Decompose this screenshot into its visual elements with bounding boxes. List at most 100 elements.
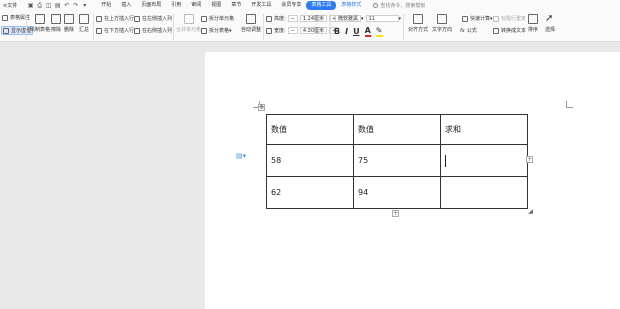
tab-review[interactable]: 审阅 [186, 1, 206, 10]
delete-label: 删除 [64, 27, 75, 33]
cursor-arrow-icon: ➚ [545, 13, 554, 24]
draw-table-button[interactable]: 绘制表格 [30, 14, 50, 33]
bold-button[interactable]: B [334, 27, 340, 36]
insert-above-button[interactable]: 在上方插入行 [96, 15, 134, 22]
menu-bar: ≡ 文件 ▣ ⎙ ◫ ▤ ↶ ↷ ▾ 开始 插入 页面布局 引用 审阅 视图 章… [0, 0, 620, 11]
add-row-button[interactable]: + [392, 210, 399, 217]
align-icon [413, 14, 423, 24]
width-input[interactable]: 4.30厘米 [299, 27, 328, 34]
insert-left-icon [134, 15, 140, 22]
col-width-control: 宽度: −4.30厘米 + [266, 27, 340, 34]
table-cell[interactable]: 94 [353, 176, 441, 209]
tab-table-style[interactable]: 表格样式 [336, 1, 366, 10]
insert-right-button[interactable]: 在右侧插入列 [134, 27, 172, 34]
separator [93, 14, 94, 40]
text-direction-button[interactable]: 文字方向 [432, 14, 452, 33]
align-button[interactable]: 对齐方式 [408, 14, 428, 33]
add-column-button[interactable]: + [526, 156, 533, 163]
redo-icon[interactable]: ↷ [72, 2, 79, 9]
separator [173, 14, 174, 40]
select-label: 选择 [545, 27, 556, 33]
formula-label: 公式 [466, 28, 477, 34]
split-cells-button[interactable]: 拆分单元格 [201, 15, 234, 22]
auto-fit-button[interactable]: 自动调整 [241, 14, 261, 33]
show-gridlines-button[interactable]: 显示虚框 [1, 26, 34, 35]
file-menu[interactable]: ≡ 文件 [3, 2, 17, 10]
tab-view[interactable]: 视图 [206, 1, 226, 10]
highlight-button[interactable]: ✎ [375, 26, 383, 37]
table-cell[interactable]: 75 [353, 144, 441, 177]
height-decrease[interactable]: − [287, 15, 298, 22]
font-color-button[interactable]: A [364, 26, 371, 37]
sort-button[interactable]: 排序 [528, 14, 538, 33]
tab-developer[interactable]: 开发工具 [246, 1, 276, 10]
width-decrease[interactable]: − [287, 27, 298, 34]
table-resize-handle[interactable]: ◢ [527, 209, 534, 216]
table-row: 62 94 [266, 176, 528, 209]
height-input[interactable]: 1.24厘米 [299, 15, 328, 22]
summary-button[interactable]: 汇总 [79, 14, 89, 33]
gridlines-icon [3, 27, 9, 34]
insert-left-button[interactable]: 在左侧插入列 [134, 15, 172, 22]
select-button[interactable]: ➚ 选择 [545, 13, 556, 34]
insert-below-label: 在下方插入行 [104, 28, 135, 34]
save-icon[interactable]: ▣ [27, 2, 34, 9]
split-cells-label: 拆分单元格 [209, 16, 235, 22]
col-width-icon [266, 27, 272, 34]
table-cell[interactable]: 58 [266, 144, 354, 177]
print-preview-icon[interactable]: ▤ [54, 2, 61, 9]
quick-access: ▣ ⎙ ◫ ▤ ↶ ↷ ▾ [25, 0, 88, 11]
table-move-handle[interactable]: ✥ [258, 104, 265, 111]
delete-icon [64, 14, 74, 24]
dropdown-icon[interactable]: ▾ [81, 2, 88, 9]
undo-icon[interactable]: ↶ [63, 2, 70, 9]
print-icon[interactable]: ⎙ [36, 2, 43, 9]
margin-mark-top-right [566, 101, 573, 108]
underline-button[interactable]: U [353, 27, 360, 36]
tab-member[interactable]: 会员专享 [276, 1, 306, 10]
height-label: 高度: [274, 16, 286, 22]
paragraph-marker-icon[interactable]: ▤▾ [236, 152, 246, 160]
separator [403, 14, 404, 40]
formula-icon: fx [460, 27, 465, 34]
auto-fit-label: 自动调整 [241, 27, 262, 33]
merge-cells-button[interactable]: 合并单元格 [176, 14, 201, 33]
insert-below-button[interactable]: 在下方插入行 [96, 27, 134, 34]
font-size-select[interactable]: 11 [365, 15, 399, 22]
separator [263, 14, 264, 40]
quick-calc-button[interactable]: 快速计算 ▾ [462, 15, 493, 22]
command-search[interactable]: 查找命令、搜索模板 [373, 2, 425, 9]
table-cell[interactable] [440, 176, 528, 209]
search-icon [373, 3, 379, 8]
font-name-select[interactable]: 微软雅黑 [335, 15, 361, 22]
tab-chapter[interactable]: 章节 [226, 1, 246, 10]
merge-cells-label: 合并单元格 [176, 27, 202, 33]
formula-button[interactable]: fx 公式 [460, 27, 477, 35]
table-cell-active[interactable] [440, 144, 528, 177]
delete-button[interactable]: 删除 [64, 14, 74, 33]
split-cells-icon [201, 15, 207, 22]
auto-fit-icon [246, 14, 256, 24]
table-row: 58 75 [266, 144, 528, 177]
table-properties-label: 表格属性 [10, 15, 31, 21]
insert-right-icon [134, 27, 140, 34]
split-table-button[interactable]: 拆分表格 ▾ [201, 27, 232, 34]
preview-icon[interactable]: ◫ [45, 2, 52, 9]
tab-references[interactable]: 引用 [166, 1, 186, 10]
table-cell[interactable]: 求和 [440, 114, 528, 145]
italic-button[interactable]: I [345, 27, 348, 36]
repeat-header-button[interactable]: 标题行重复 [493, 15, 526, 22]
convert-text-button[interactable]: 转换成文本 [493, 27, 526, 34]
table-cell[interactable]: 数值 [266, 114, 354, 145]
tab-home[interactable]: 开始 [96, 1, 116, 10]
tab-page-layout[interactable]: 页面布局 [136, 1, 166, 10]
table-cell[interactable]: 数值 [353, 114, 441, 145]
data-table[interactable]: 数值 数值 求和 58 75 62 94 [266, 114, 528, 209]
eraser-button[interactable]: 擦除 [51, 14, 61, 33]
eraser-label: 擦除 [51, 27, 62, 33]
table-row: 数值 数值 求和 [266, 114, 528, 145]
tab-table-tools[interactable]: 表格工具 [306, 1, 337, 10]
tab-insert[interactable]: 插入 [116, 1, 136, 10]
merge-cells-icon [183, 14, 194, 24]
table-cell[interactable]: 62 [266, 176, 354, 209]
